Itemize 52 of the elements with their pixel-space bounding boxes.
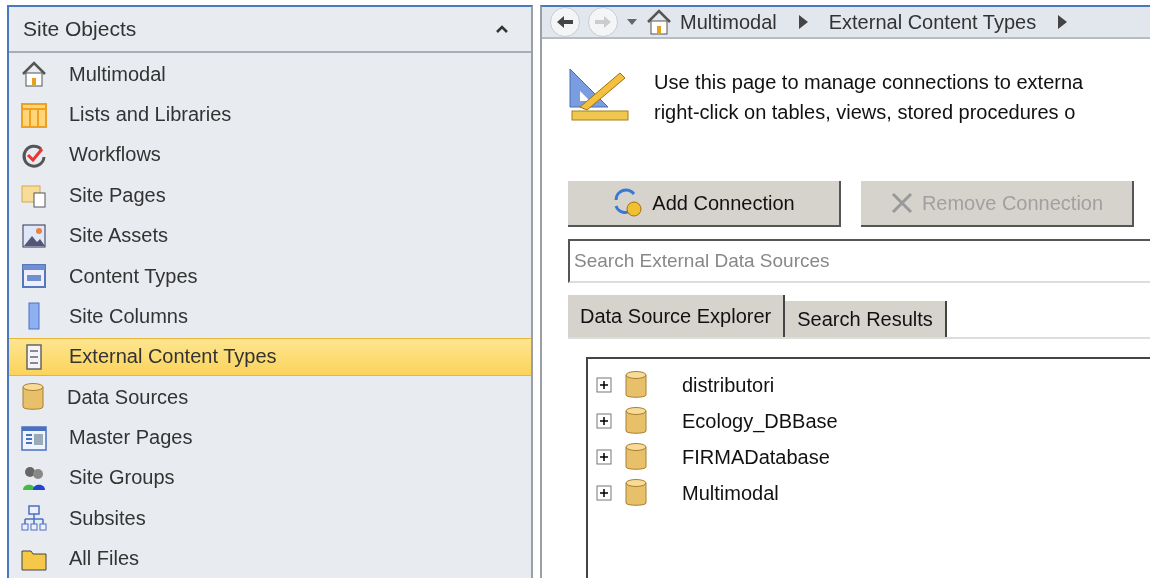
sidebar-item[interactable]: Master Pages xyxy=(9,418,531,457)
sidebar-item[interactable]: Multimodal xyxy=(9,55,531,94)
sidebar-item[interactable]: Workflows xyxy=(9,135,531,175)
house-icon xyxy=(646,8,672,36)
expand-icon[interactable] xyxy=(596,377,612,393)
house-icon xyxy=(21,60,47,89)
chevron-icon[interactable] xyxy=(796,14,809,30)
expand-icon[interactable] xyxy=(596,413,612,429)
collapse-icon[interactable] xyxy=(495,24,509,34)
table-icon xyxy=(21,100,47,129)
tree-item[interactable]: Ecology_DBBase xyxy=(682,409,838,433)
tree-item[interactable]: Multimodal xyxy=(682,481,779,505)
description-text: Use this page to manage connections to externa xyxy=(654,70,1084,95)
sidebar-item[interactable]: Site Assets xyxy=(9,216,531,255)
window-icon xyxy=(21,262,47,291)
back-arrow-icon xyxy=(556,15,574,29)
breadcrumb-link[interactable]: External Content Types xyxy=(828,10,1037,34)
expand-icon[interactable] xyxy=(596,485,612,501)
sidebar-item[interactable]: Content Types xyxy=(9,256,531,296)
sidebar-item[interactable]: Data Sources xyxy=(9,378,531,417)
sidebar-item[interactable]: All Files xyxy=(9,539,531,578)
breadcrumb-link[interactable]: Multimodal xyxy=(680,10,777,34)
database-icon xyxy=(624,442,648,472)
database-icon xyxy=(624,478,648,508)
drafting-tools-icon xyxy=(568,67,630,123)
tree-item[interactable]: FIRMADatabase xyxy=(682,445,830,469)
people-icon xyxy=(21,464,47,492)
chevron-icon[interactable] xyxy=(1056,14,1069,30)
sidebar-item[interactable]: Lists and Libraries xyxy=(9,95,531,134)
back-button[interactable] xyxy=(550,7,580,37)
description-text: right-click on tables, views, stored procedures o xyxy=(654,100,1077,125)
add-connection-button[interactable]: Add Connection xyxy=(568,181,841,227)
image-icon xyxy=(21,221,47,250)
search-field[interactable]: Search External Data Sources xyxy=(568,239,1150,283)
sidebar-item[interactable]: Site Pages xyxy=(9,176,531,215)
expand-icon[interactable] xyxy=(596,449,612,465)
sidebar-item[interactable]: Site Groups xyxy=(9,458,531,498)
database-icon xyxy=(624,406,648,436)
cross-icon xyxy=(889,191,914,215)
sidebar-item[interactable]: Site Columns xyxy=(9,297,531,336)
forward-arrow-icon xyxy=(594,15,612,29)
master-page-icon xyxy=(21,423,47,452)
sidebar-item[interactable]: External Content Types xyxy=(9,337,531,377)
tree-item[interactable]: distributori xyxy=(682,373,775,397)
hierarchy-icon xyxy=(21,504,47,533)
database-icon xyxy=(21,382,45,413)
panel-title: Site Objects xyxy=(23,17,137,41)
dropdown-icon[interactable] xyxy=(626,18,638,26)
tab[interactable]: Search Results xyxy=(785,301,947,337)
sidebar-item[interactable]: Subsites xyxy=(9,499,531,538)
tab[interactable]: Data Source Explorer xyxy=(568,295,786,337)
database-icon xyxy=(624,370,648,400)
